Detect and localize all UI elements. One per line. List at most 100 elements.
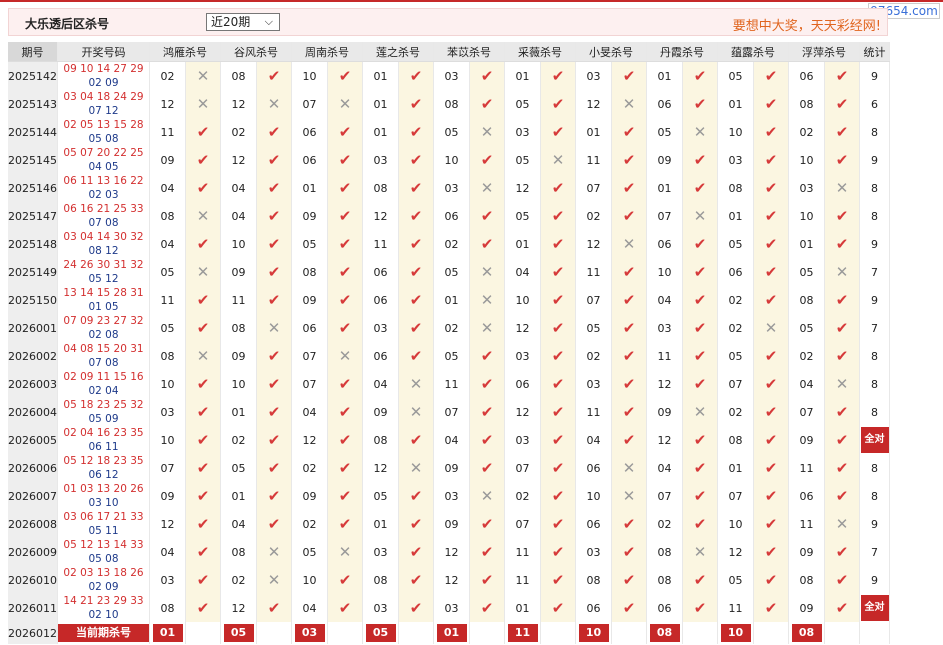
draw-numbers: 03 04 14 30 32 08 12: [57, 230, 150, 258]
current-kill-cell: 03: [291, 622, 328, 644]
cross-icon: ✕: [398, 398, 434, 426]
kill-number: 12: [291, 426, 328, 454]
kill-number: 04: [646, 454, 683, 482]
kill-number: 05: [788, 258, 825, 286]
current-issue-row: 2026012 当前期杀号 01 05 03 05 01 11 10 08 10 08: [8, 622, 890, 644]
hit-count: 7: [859, 314, 890, 342]
hit-count: 8: [859, 174, 890, 202]
front-zone-numbers: 02 04 16 23 35: [63, 427, 144, 439]
check-icon: ✔: [682, 61, 718, 90]
table-row: 2025143 03 04 18 24 29 07 12 12 ✕ 12 ✕ 07 ✕ 01 ✔ 08…: [8, 90, 890, 118]
kill-number: 07: [504, 454, 541, 482]
check-icon: ✔: [185, 482, 221, 510]
current-kill-number: 10: [720, 624, 751, 642]
promo-slogan[interactable]: 要想中大奖，天天彩经网!: [733, 15, 881, 34]
front-zone-numbers: 02 05 13 15 28: [63, 119, 144, 131]
kill-number: 10: [220, 370, 257, 398]
cross-icon: ✕: [185, 61, 221, 90]
kill-number: 06: [788, 482, 825, 510]
kill-number: 12: [646, 370, 683, 398]
kill-number: 01: [362, 61, 399, 90]
cross-icon: ✕: [469, 286, 505, 314]
current-kill-number: 08: [791, 624, 822, 642]
back-zone-numbers: 05 11: [88, 525, 119, 537]
check-icon: ✔: [469, 342, 505, 370]
hit-count: 9: [859, 566, 890, 594]
check-icon: ✔: [469, 566, 505, 594]
kill-number: 12: [717, 538, 754, 566]
cross-icon: ✕: [469, 482, 505, 510]
back-zone-numbers: 05 08: [88, 133, 119, 145]
issue-number: 2026007: [8, 482, 58, 510]
empty-cell: [256, 622, 292, 644]
kill-number: 07: [788, 398, 825, 426]
kill-number: 02: [788, 118, 825, 146]
period-select[interactable]: 近20期 ⌵: [206, 13, 280, 31]
table-row: 2026007 01 03 13 20 26 03 10 09 ✔ 01 ✔ 09 ✔ 05 ✔ 03…: [8, 482, 890, 510]
issue-number: 2026006: [8, 454, 58, 482]
check-icon: ✔: [185, 594, 221, 622]
kill-number: 01: [575, 118, 612, 146]
check-icon: ✔: [540, 314, 576, 342]
check-icon: ✔: [185, 174, 221, 202]
kill-number: 04: [788, 370, 825, 398]
issue-number: 2026001: [8, 314, 58, 342]
check-icon: ✔: [256, 510, 292, 538]
check-icon: ✔: [185, 286, 221, 314]
check-icon: ✔: [753, 118, 789, 146]
cross-icon: ✕: [682, 398, 718, 426]
kill-number: 12: [220, 146, 257, 174]
kill-number: 12: [362, 202, 399, 230]
check-icon: ✔: [469, 510, 505, 538]
kill-number: 06: [717, 258, 754, 286]
draw-numbers: 02 05 13 15 28 05 08: [57, 118, 150, 146]
check-icon: ✔: [398, 342, 434, 370]
check-icon: ✔: [256, 146, 292, 174]
hit-count: 全对: [859, 594, 890, 622]
kill-number: 09: [646, 398, 683, 426]
cross-icon: ✕: [469, 258, 505, 286]
check-icon: ✔: [398, 566, 434, 594]
check-icon: ✔: [611, 286, 647, 314]
kill-number: 01: [504, 230, 541, 258]
check-icon: ✔: [327, 426, 363, 454]
cross-icon: ✕: [469, 174, 505, 202]
kill-number: 09: [788, 426, 825, 454]
check-icon: ✔: [540, 426, 576, 454]
table-row: 2026005 02 04 16 23 35 06 11 10 ✔ 02 ✔ 12 ✔ 08 ✔ 04…: [8, 426, 890, 454]
cross-icon: ✕: [256, 538, 292, 566]
check-icon: ✔: [824, 314, 860, 342]
draw-numbers: 05 12 18 23 35 06 12: [57, 454, 150, 482]
hit-count: 7: [859, 538, 890, 566]
back-zone-numbers: 07 08: [88, 217, 119, 229]
kill-number: 07: [646, 202, 683, 230]
check-icon: ✔: [256, 174, 292, 202]
check-icon: ✔: [824, 146, 860, 174]
draw-numbers: 06 16 21 25 33 07 08: [57, 202, 150, 230]
cross-icon: ✕: [398, 370, 434, 398]
kill-number: 01: [433, 286, 470, 314]
kill-number: 09: [646, 146, 683, 174]
issue-number: 2025146: [8, 174, 58, 202]
check-icon: ✔: [327, 286, 363, 314]
kill-number: 03: [433, 594, 470, 622]
column-header: 统计: [859, 42, 890, 62]
kill-number: 09: [788, 594, 825, 622]
kill-number: 09: [291, 286, 328, 314]
kill-number: 05: [149, 314, 186, 342]
check-icon: ✔: [824, 594, 860, 622]
check-icon: ✔: [682, 342, 718, 370]
check-icon: ✔: [611, 174, 647, 202]
cross-icon: ✕: [256, 314, 292, 342]
current-kill-number: 10: [578, 624, 609, 642]
issue-number: 2026011: [8, 594, 58, 622]
kill-number: 08: [220, 538, 257, 566]
check-icon: ✔: [611, 566, 647, 594]
table-row: 2025145 05 07 20 22 25 04 05 09 ✔ 12 ✔ 06 ✔ 03 ✔ 10…: [8, 146, 890, 174]
check-icon: ✔: [469, 146, 505, 174]
kill-number: 12: [149, 510, 186, 538]
cross-icon: ✕: [611, 90, 647, 118]
kill-number: 10: [788, 146, 825, 174]
kill-number: 08: [788, 286, 825, 314]
kill-number: 02: [149, 61, 186, 90]
